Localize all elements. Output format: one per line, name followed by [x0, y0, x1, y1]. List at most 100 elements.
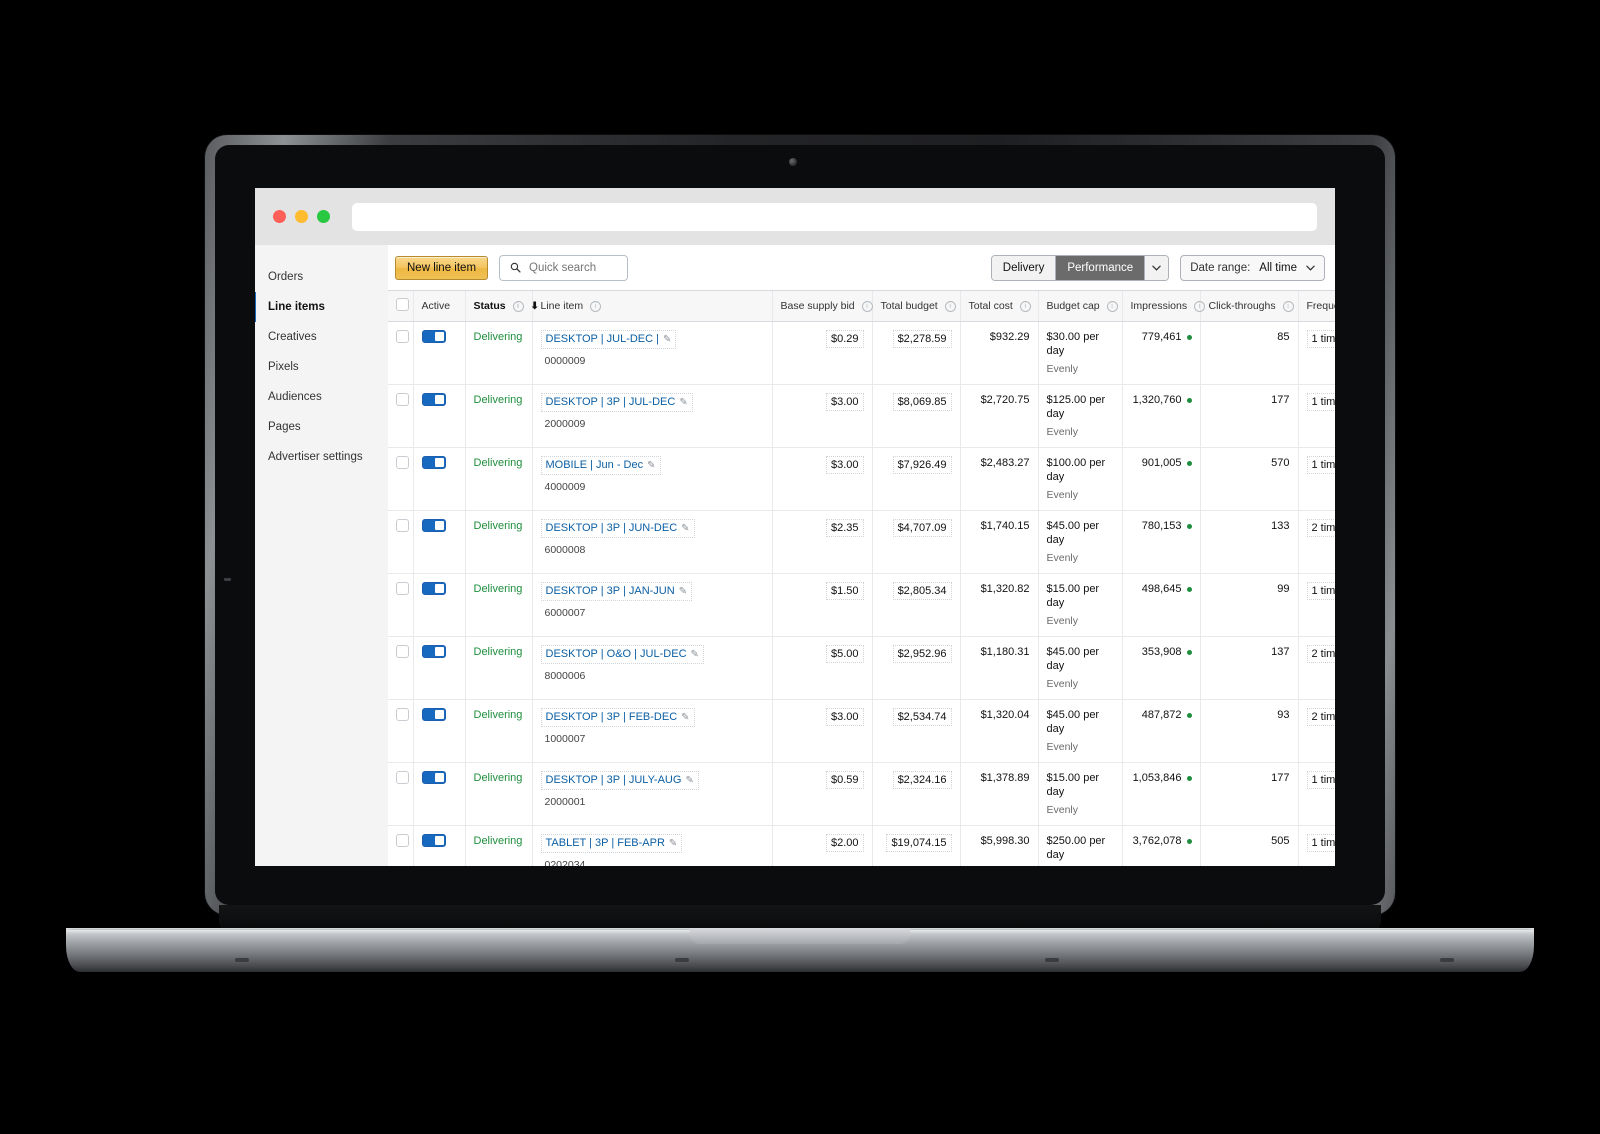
base-supply-bid-value[interactable]: $3.00 [825, 393, 864, 411]
row-active-cell[interactable] [413, 510, 466, 574]
info-icon[interactable]: i [861, 300, 873, 312]
active-toggle[interactable] [421, 519, 446, 532]
column-header-total-cost[interactable]: Total cost i [960, 291, 1039, 322]
row-line-item-cell[interactable]: DESKTOP | 3P | JUN-DEC ✎ 6000008 [532, 510, 773, 574]
base-supply-bid-value[interactable]: $0.59 [825, 771, 864, 789]
quick-search-input[interactable] [527, 260, 618, 275]
base-supply-bid-value[interactable]: $5.00 [825, 645, 864, 663]
base-supply-bid-value[interactable]: $3.00 [825, 708, 864, 726]
edit-pencil-icon[interactable]: ✎ [663, 334, 671, 345]
view-mode-dropdown-button[interactable] [1145, 255, 1169, 280]
sidebar-item-pixels[interactable]: Pixels [255, 352, 388, 382]
date-range-selector[interactable]: Date range: All time [1180, 254, 1325, 281]
frequency-value[interactable]: 1 time [1306, 582, 1335, 600]
row-active-cell[interactable] [413, 699, 466, 763]
row-select-cell[interactable] [388, 573, 414, 637]
total-budget-value[interactable]: $4,707.09 [892, 519, 952, 537]
row-active-cell[interactable] [413, 573, 466, 637]
table-row[interactable]: Delivering DESKTOP | O&O | JUL-DEC ✎ 800000… [388, 636, 1335, 700]
row-checkbox[interactable] [396, 456, 409, 469]
edit-pencil-icon[interactable]: ✎ [679, 586, 687, 597]
info-icon[interactable]: i [1194, 300, 1206, 312]
info-icon[interactable]: i [1106, 300, 1118, 312]
row-line-item-cell[interactable]: DESKTOP | 3P | JAN-JUN ✎ 6000007 [532, 573, 773, 637]
active-toggle[interactable] [421, 708, 446, 721]
row-line-item-cell[interactable]: DESKTOP | 3P | FEB-DEC ✎ 1000007 [532, 699, 773, 763]
edit-pencil-icon[interactable]: ✎ [679, 397, 687, 408]
edit-pencil-icon[interactable]: ✎ [685, 775, 693, 786]
line-items-table-container[interactable]: Active Status i ⬇ Line item i Base suppl… [388, 290, 1335, 866]
sidebar-item-creatives[interactable]: Creatives [255, 322, 388, 352]
table-row[interactable]: Delivering DESKTOP | 3P | JUN-DEC ✎ 6000008… [388, 510, 1335, 574]
row-select-cell[interactable] [388, 384, 414, 448]
info-icon[interactable]: i [512, 300, 524, 312]
total-budget-value[interactable]: $19,074.15 [886, 834, 952, 852]
column-header-impressions[interactable]: Impressions i [1122, 291, 1206, 322]
sidebar-item-orders[interactable]: Orders [255, 262, 388, 292]
base-supply-bid-value[interactable]: $1.50 [825, 582, 864, 600]
maximize-window-button[interactable] [317, 210, 330, 223]
active-toggle[interactable] [421, 330, 446, 343]
row-active-cell[interactable] [413, 762, 466, 826]
frequency-value[interactable]: 1 time [1306, 771, 1335, 789]
sidebar-item-line-items[interactable]: Line items [255, 292, 388, 322]
info-icon[interactable]: i [590, 300, 602, 312]
minimize-window-button[interactable] [295, 210, 308, 223]
line-item-link[interactable]: DESKTOP | O&O | JUL-DEC ✎ [540, 645, 704, 664]
edit-pencil-icon[interactable]: ✎ [691, 649, 699, 660]
row-line-item-cell[interactable]: MOBILE | Jun - Dec ✎ 4000009 [532, 447, 773, 511]
table-row[interactable]: Delivering DESKTOP | 3P | JULY-AUG ✎ 200000… [388, 762, 1335, 826]
address-bar-input[interactable] [352, 202, 1317, 231]
new-line-item-button[interactable]: New line item [395, 255, 489, 280]
frequency-value[interactable]: 1 time [1306, 834, 1335, 852]
row-checkbox[interactable] [396, 330, 409, 343]
active-toggle[interactable] [421, 582, 446, 595]
line-item-link[interactable]: DESKTOP | 3P | JUN-DEC ✎ [540, 519, 695, 538]
table-row[interactable]: Delivering DESKTOP | 3P | JUL-DEC ✎ 2000009… [388, 384, 1335, 448]
row-line-item-cell[interactable]: TABLET | 3P | FEB-APR ✎ 0202034 [532, 825, 773, 866]
info-icon[interactable]: i [944, 300, 956, 312]
active-toggle[interactable] [421, 393, 446, 406]
line-item-link[interactable]: DESKTOP | 3P | JULY-AUG ✎ [540, 771, 699, 790]
row-line-item-cell[interactable]: DESKTOP | JUL-DEC | ✎ 0000009 [532, 321, 773, 385]
base-supply-bid-value[interactable]: $0.29 [825, 330, 864, 348]
close-window-button[interactable] [273, 210, 286, 223]
frequency-value[interactable]: 2 times [1306, 519, 1335, 537]
row-checkbox[interactable] [396, 771, 409, 784]
row-active-cell[interactable] [413, 384, 466, 448]
column-header-total-budget[interactable]: Total budget i [872, 291, 961, 322]
row-active-cell[interactable] [413, 636, 466, 700]
row-active-cell[interactable] [413, 825, 466, 866]
row-checkbox[interactable] [396, 519, 409, 532]
row-select-cell[interactable] [388, 636, 414, 700]
active-toggle[interactable] [421, 456, 446, 469]
column-header-line-item[interactable]: Line item i [532, 291, 773, 322]
row-select-cell[interactable] [388, 825, 414, 866]
edit-pencil-icon[interactable]: ✎ [681, 523, 689, 534]
sidebar-item-pages[interactable]: Pages [255, 412, 388, 442]
performance-view-button[interactable]: Performance [1056, 255, 1146, 280]
edit-pencil-icon[interactable]: ✎ [647, 460, 655, 471]
row-select-cell[interactable] [388, 699, 414, 763]
row-active-cell[interactable] [413, 321, 466, 385]
row-select-cell[interactable] [388, 321, 414, 385]
row-checkbox[interactable] [396, 582, 409, 595]
frequency-value[interactable]: 1 time [1306, 330, 1335, 348]
table-row[interactable]: Delivering DESKTOP | 3P | JAN-JUN ✎ 6000007… [388, 573, 1335, 637]
row-select-cell[interactable] [388, 510, 414, 574]
base-supply-bid-value[interactable]: $3.00 [825, 456, 864, 474]
delivery-view-button[interactable]: Delivery [991, 255, 1057, 280]
row-checkbox[interactable] [396, 834, 409, 847]
frequency-value[interactable]: 2 times [1306, 708, 1335, 726]
line-item-link[interactable]: DESKTOP | JUL-DEC | ✎ [540, 330, 677, 349]
frequency-value[interactable]: 1 time [1306, 393, 1335, 411]
active-toggle[interactable] [421, 771, 446, 784]
row-active-cell[interactable] [413, 447, 466, 511]
column-header-active[interactable]: Active [413, 291, 466, 322]
column-header-base-supply-bid[interactable]: Base supply bid i [772, 291, 873, 322]
row-checkbox[interactable] [396, 393, 409, 406]
edit-pencil-icon[interactable]: ✎ [669, 838, 677, 849]
table-row[interactable]: Delivering MOBILE | Jun - Dec ✎ 4000009 $3.0… [388, 447, 1335, 511]
total-budget-value[interactable]: $2,278.59 [892, 330, 952, 348]
active-toggle[interactable] [421, 834, 446, 847]
